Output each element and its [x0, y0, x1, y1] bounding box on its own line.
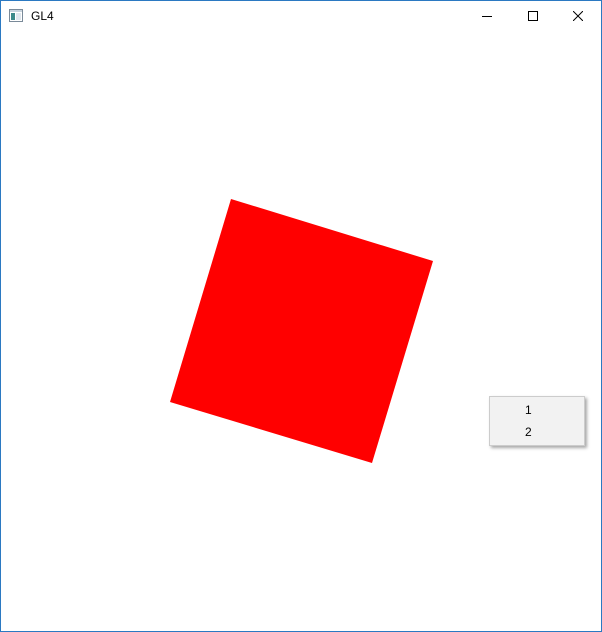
rotated-red-square	[170, 199, 433, 463]
maximize-icon	[528, 11, 538, 21]
app-window: GL4 1 2	[0, 0, 602, 632]
gl-viewport[interactable]: 1 2	[1, 31, 601, 631]
minimize-button[interactable]	[464, 1, 510, 31]
minimize-icon	[482, 16, 492, 17]
window-app-icon	[9, 9, 23, 22]
maximize-button[interactable]	[510, 1, 556, 31]
menu-item-2[interactable]: 2	[490, 421, 584, 443]
close-button[interactable]	[555, 1, 601, 31]
close-icon	[573, 11, 583, 21]
title-bar[interactable]: GL4	[1, 1, 601, 31]
context-menu: 1 2	[489, 396, 585, 446]
gl-canvas	[170, 199, 433, 463]
menu-item-1[interactable]: 1	[490, 399, 584, 421]
window-title: GL4	[31, 9, 54, 23]
